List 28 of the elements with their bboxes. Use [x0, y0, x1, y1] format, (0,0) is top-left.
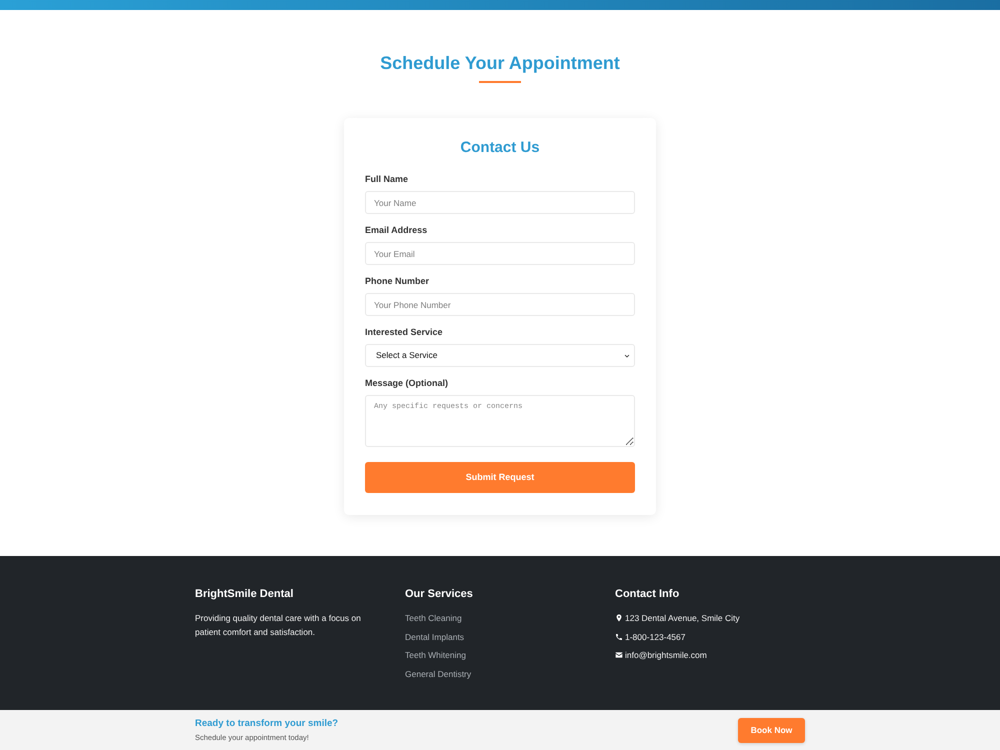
title-underline — [479, 81, 521, 83]
footer-heading: BrightSmile Dental — [195, 587, 294, 601]
select-field[interactable]: Select a Service — [365, 344, 635, 367]
field-label: Message (Optional) — [365, 377, 450, 389]
footer-link[interactable]: Teeth Cleaning — [405, 611, 462, 625]
page-title: Schedule Your Appointment — [380, 52, 620, 74]
footer-link[interactable]: General Dentistry — [405, 666, 472, 681]
field-label: Full Name — [365, 173, 410, 185]
form-title: Contact Us — [459, 138, 541, 158]
input-field[interactable]: Your Name — [365, 191, 635, 214]
footer-description: Providing quality dental care with a focus on patient comfort and satisfaction. — [195, 612, 362, 639]
contact-text: info@brightsmile.com — [625, 649, 707, 662]
field-label: Phone Number — [365, 275, 430, 287]
envelope-icon — [615, 651, 623, 660]
footer-link[interactable]: Teeth Whitening — [405, 648, 466, 662]
footer-link[interactable]: Dental Implants — [405, 630, 464, 644]
footer-heading: Our Services — [405, 587, 474, 601]
contact-text: 1-800-123-4567 — [625, 630, 686, 644]
footer-heading: Contact Info — [615, 587, 680, 601]
chevron-down-icon — [624, 352, 630, 358]
cta-title: Ready to transform your smile? — [195, 718, 338, 730]
map-pin-icon — [615, 614, 623, 622]
field-label: Interested Service — [365, 326, 444, 338]
field-label: Email Address — [365, 224, 428, 236]
contact-text: 123 Dental Avenue, Smile City — [625, 612, 740, 625]
phone-icon — [615, 632, 623, 641]
input-field[interactable]: Your Phone Number — [365, 293, 635, 316]
input-field[interactable]: Your Email — [365, 242, 635, 265]
